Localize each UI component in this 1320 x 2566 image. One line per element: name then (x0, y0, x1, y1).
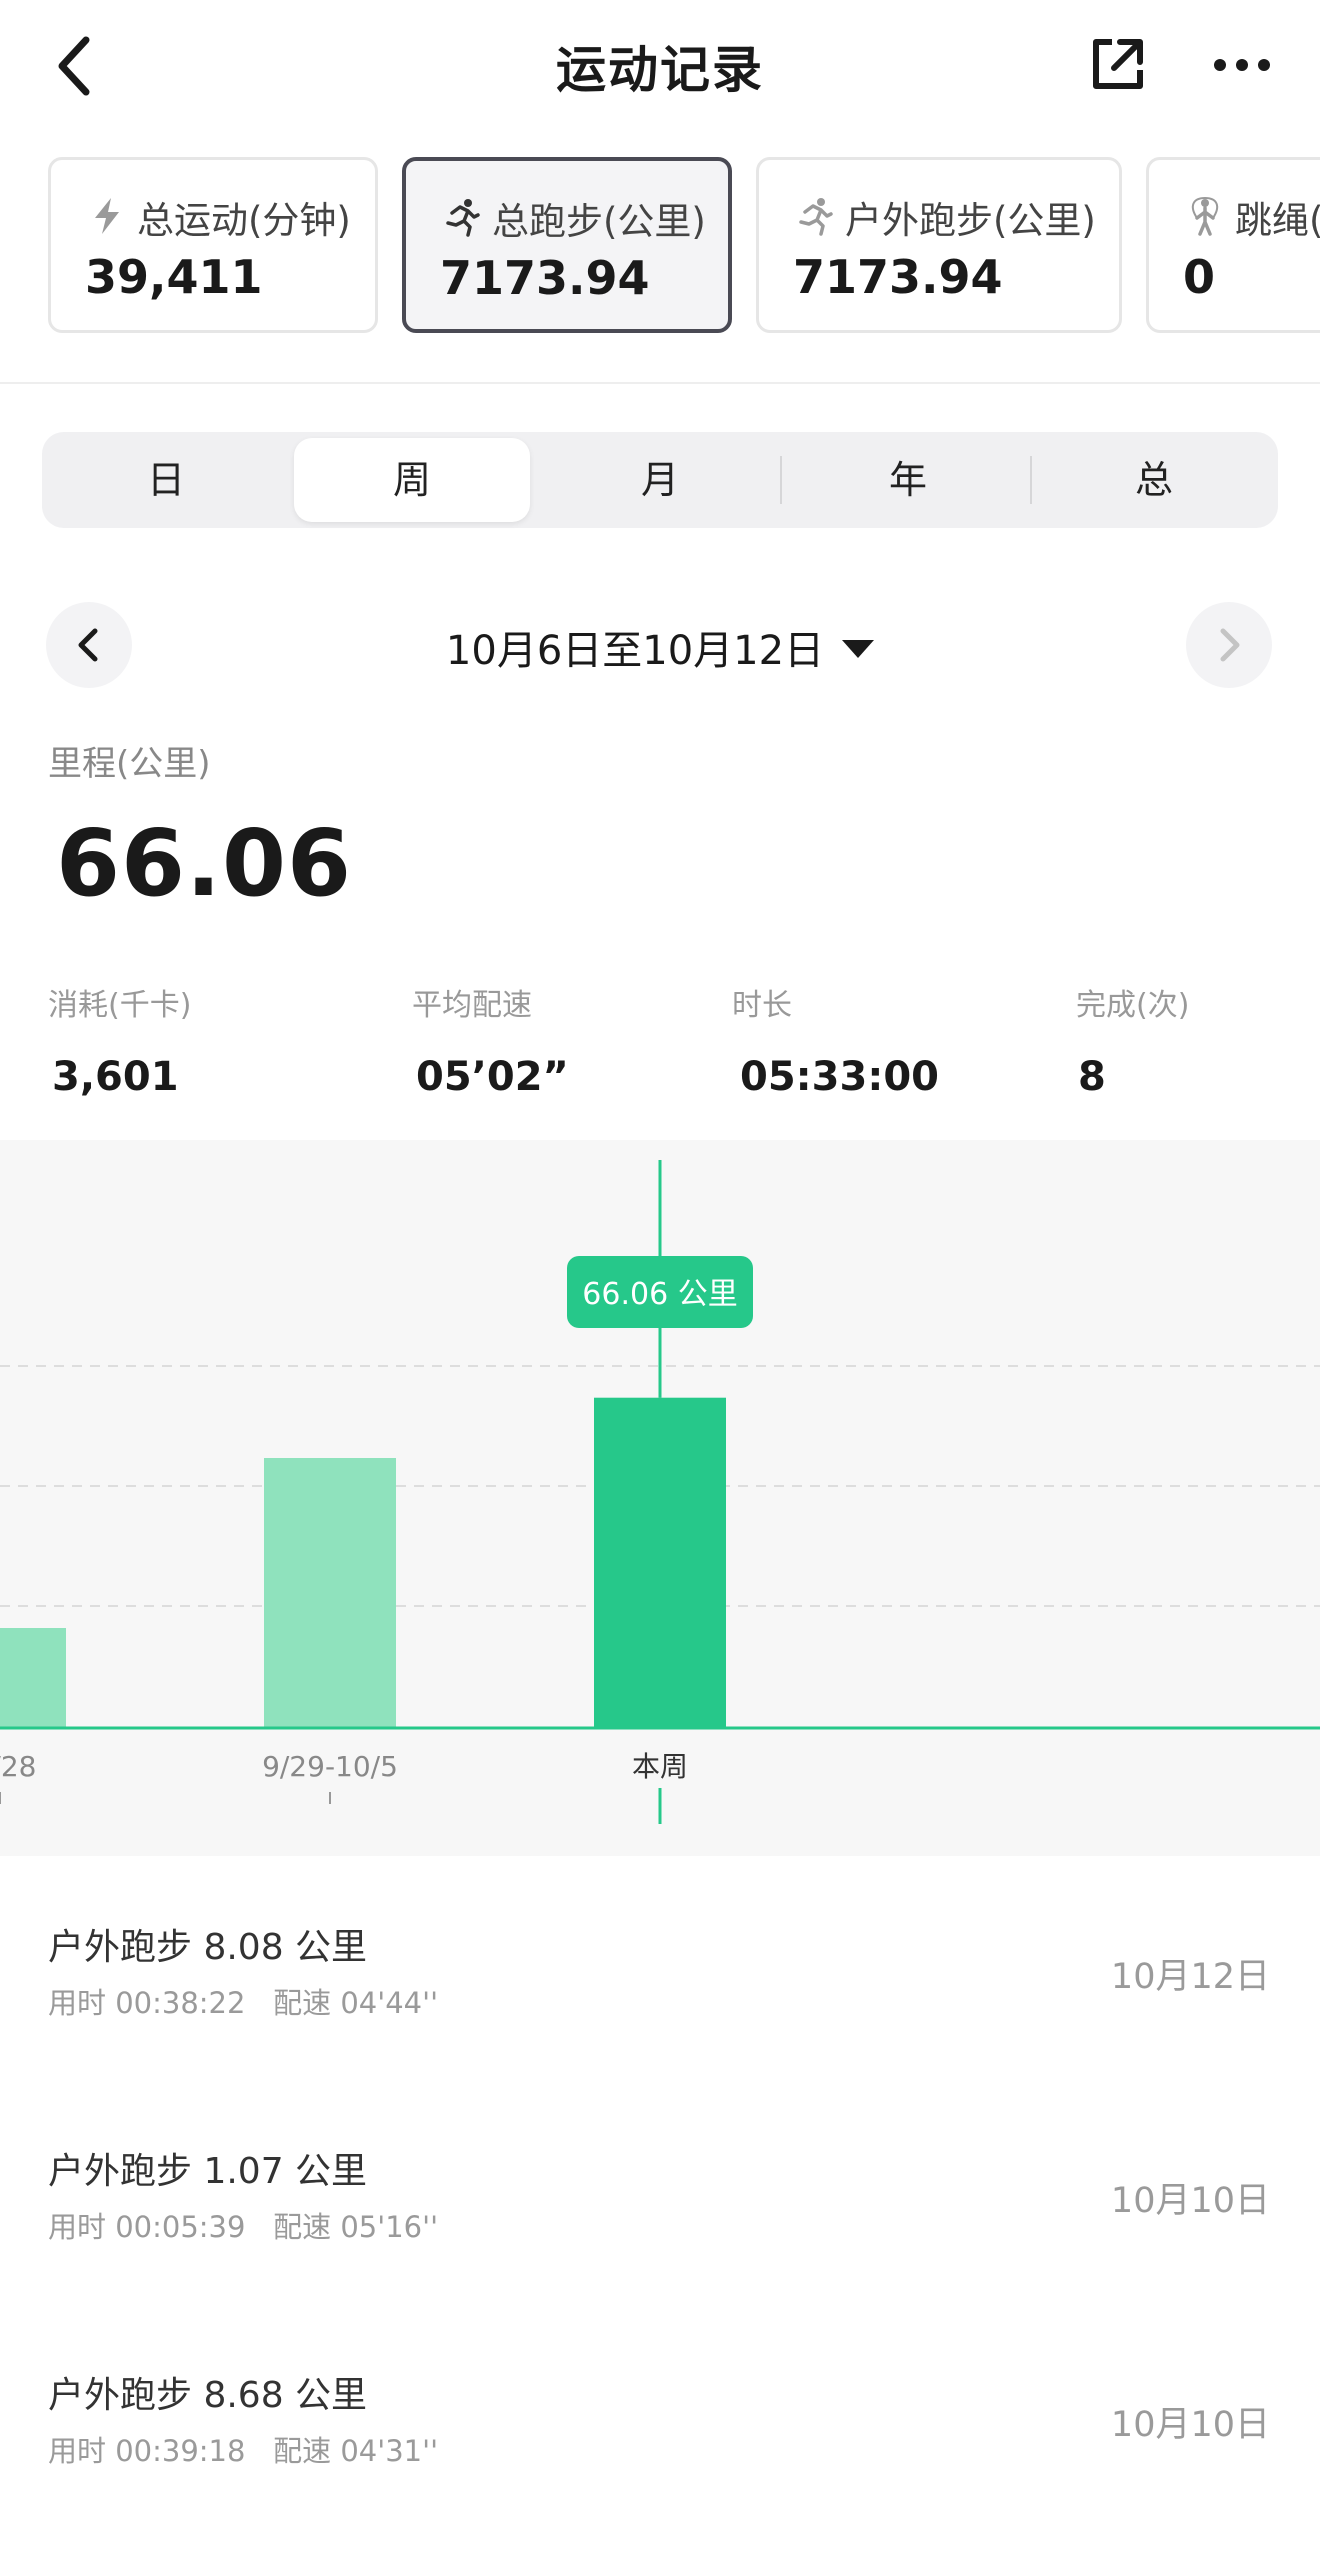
card-label: 户外跑步(公里) (845, 199, 1096, 242)
caret-down-icon (842, 640, 875, 658)
date-range-label: 10月6日至10月12日 (445, 628, 825, 674)
runner-icon (446, 199, 480, 237)
stat-value: 3,601 (52, 1054, 179, 1100)
share-button[interactable] (1090, 36, 1146, 92)
activity-title: 户外跑步 8.08 公里 (48, 1927, 368, 1968)
more-icon-dot (1236, 59, 1248, 71)
card-total-exercise[interactable]: 总运动(分钟) 39,411 (48, 157, 378, 333)
chart-x-tick-label: -9/28 (0, 1750, 36, 1783)
activity-title: 户外跑步 8.68 公里 (48, 2375, 368, 2416)
activity-meta: 用时 00:39:18 配速 04'31'' (48, 2428, 438, 2470)
header: 运动记录 (0, 0, 1320, 140)
activity-duration: 用时 00:05:39 (48, 2210, 246, 2244)
more-button[interactable] (1210, 50, 1274, 80)
activity-item[interactable]: 户外跑步 1.07 公里 用时 00:05:39 配速 05'16'' 10月1… (0, 2142, 1320, 2342)
runner-icon (799, 198, 833, 236)
activity-item[interactable]: 户外跑步 8.68 公里 用时 00:39:18 配速 04'31'' 10月1… (0, 2366, 1320, 2566)
activity-pace: 配速 05'16'' (273, 2210, 439, 2244)
summary-cards: 总运动(分钟) 39,411 总跑步(公里) 7173.94 户外跑步(公里) … (0, 155, 1320, 335)
segment-separator (780, 456, 782, 504)
period-year-tab[interactable]: 年 (790, 438, 1026, 522)
card-outdoor-running[interactable]: 户外跑步(公里) 7173.94 (756, 157, 1122, 333)
chart-bar (0, 1628, 66, 1728)
more-icon-dot (1258, 59, 1270, 71)
weekly-distance-chart[interactable]: -9/28 9/29-10/5 本周 66.06 公里 (0, 1140, 1320, 1856)
stat-avg-pace: 平均配速 05’02” (412, 980, 569, 1100)
stat-value: 8 (1078, 1054, 1106, 1100)
chevron-right-icon (1220, 628, 1240, 662)
chart-svg: -9/28 9/29-10/5 本周 66.06 公里 (0, 1140, 1320, 1856)
card-label: 总运动(分钟) (137, 199, 351, 242)
chart-bar (594, 1397, 726, 1728)
activity-date: 10月10日 (1110, 2181, 1270, 2221)
card-jump-rope[interactable]: 跳绳( 0 (1146, 157, 1320, 333)
next-period-button[interactable] (1186, 602, 1272, 688)
period-week-tab[interactable]: 周 (294, 438, 530, 522)
activity-date: 10月12日 (1110, 1957, 1270, 1997)
card-value: 0 (1183, 250, 1216, 304)
period-total-tab[interactable]: 总 (1036, 438, 1272, 522)
stat-label: 时长 (732, 988, 792, 1023)
stat-label: 消耗(千卡) (48, 988, 192, 1023)
chart-x-tick-label: 本周 (632, 1750, 688, 1783)
stat-value: 05:33:00 (740, 1054, 939, 1100)
activity-pace: 配速 04'44'' (273, 1986, 439, 2020)
card-value: 7173.94 (793, 250, 1003, 304)
card-total-running[interactable]: 总跑步(公里) 7173.94 (402, 157, 732, 333)
more-icon (1214, 59, 1226, 71)
activity-title: 户外跑步 1.07 公里 (48, 2151, 368, 2192)
stat-label: 平均配速 (412, 988, 532, 1023)
activity-item[interactable]: 户外跑步 8.08 公里 用时 00:38:22 配速 04'44'' 10月1… (0, 1918, 1320, 2118)
period-month-tab[interactable]: 月 (542, 438, 778, 522)
activity-duration: 用时 00:38:22 (48, 1986, 246, 2020)
lightning-icon (95, 198, 119, 234)
activity-meta: 用时 00:05:39 配速 05'16'' (48, 2204, 438, 2246)
stat-completed: 完成(次) 8 (1076, 980, 1189, 1100)
activity-duration: 用时 00:39:18 (48, 2434, 246, 2468)
activity-date: 10月10日 (1110, 2405, 1270, 2445)
chart-bar (264, 1458, 396, 1728)
stat-value: 05’02” (416, 1054, 569, 1100)
stat-label: 完成(次) (1076, 988, 1190, 1023)
card-value: 7173.94 (440, 251, 650, 305)
activity-meta: 用时 00:38:22 配速 04'44'' (48, 1980, 438, 2022)
share-icon (1093, 39, 1143, 89)
stat-calories: 消耗(千卡) 3,601 (48, 980, 191, 1100)
jump-rope-icon (1191, 196, 1219, 236)
period-segmented-control: 日 周 月 年 总 (42, 432, 1278, 528)
segment-separator (1030, 456, 1032, 504)
metric-value: 66.06 (56, 810, 353, 917)
date-range-selector[interactable]: 10月6日至10月12日 (0, 618, 1320, 676)
stat-duration: 时长 05:33:00 (732, 980, 939, 1100)
period-day-tab[interactable]: 日 (48, 438, 284, 522)
chart-tooltip-label: 66.06 公里 (582, 1277, 737, 1312)
divider (0, 382, 1320, 384)
card-label: 总跑步(公里) (492, 200, 706, 243)
chart-x-tick-label: 9/29-10/5 (262, 1750, 398, 1783)
card-label: 跳绳( (1235, 199, 1320, 242)
activity-pace: 配速 04'31'' (273, 2434, 439, 2468)
metric-label: 里程(公里) (48, 744, 211, 784)
card-value: 39,411 (85, 250, 263, 304)
